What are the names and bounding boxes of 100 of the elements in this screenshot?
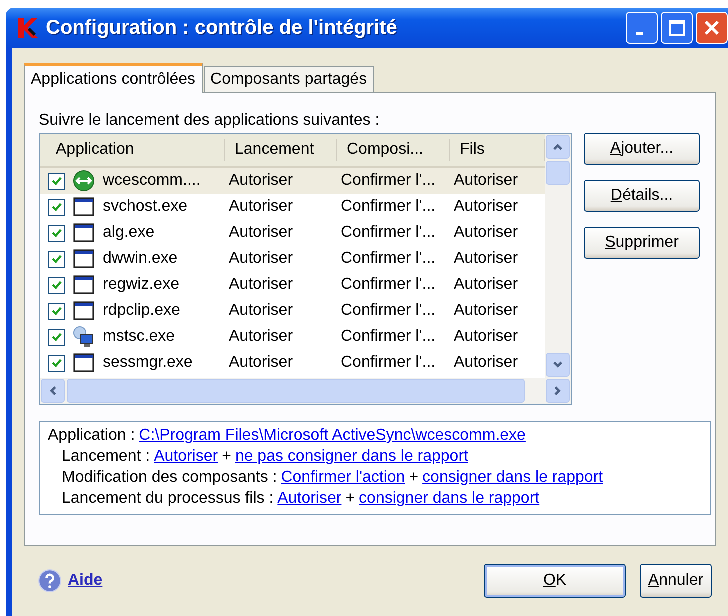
table-cell: regwiz.exe [103, 276, 180, 294]
table-row[interactable]: regwiz.exe Autoriser Confirmer l'... Autoriser [40, 272, 545, 298]
detail-label: Lancement : [62, 448, 150, 465]
detail-link[interactable]: consigner dans le rapport [359, 490, 540, 507]
table-cell: alg.exe [103, 224, 155, 242]
dialog-button[interactable]: Annuler [640, 564, 712, 598]
detail-link[interactable]: Confirmer l'action [281, 469, 406, 486]
table-cell-text: Confirmer l'... [340, 172, 437, 190]
table-cell: mstsc.exe [103, 328, 176, 346]
table-cell: svchost.exe [103, 198, 188, 216]
detail-link[interactable]: ne pas consigner dans le rapport [235, 448, 468, 465]
table-cell-text: Autoriser [228, 328, 294, 346]
checkbox[interactable] [48, 172, 65, 190]
checkbox[interactable] [48, 198, 65, 216]
action-button[interactable]: Ajouter... [584, 133, 700, 165]
window-icon [73, 274, 95, 296]
table-cell-text: Autoriser [453, 276, 520, 294]
table-cell: sessmgr.exe [103, 354, 193, 372]
scrollbar-thumb[interactable] [67, 379, 525, 403]
help-icon [38, 569, 62, 593]
scroll-left-button[interactable] [41, 379, 65, 403]
action-button[interactable]: Supprimer [584, 227, 700, 259]
table-cell-text: Autoriser [453, 250, 520, 268]
plus-sign: + [409, 469, 419, 486]
check-icon [50, 175, 62, 187]
detail-link[interactable]: C:\Program Files\Microsoft ActiveSync\wcescomm.exe [139, 427, 526, 444]
vertical-scrollbar[interactable] [545, 134, 571, 378]
check-icon [50, 201, 62, 213]
table-cell-text: Confirmer l'... [340, 354, 437, 372]
checkbox[interactable] [48, 302, 65, 320]
table-row[interactable]: svchost.exe Autoriser Confirmer l'... Autoriser [40, 194, 545, 220]
table-row[interactable]: rdpclip.exe Autoriser Confirmer l'... Autoriser [40, 298, 545, 324]
window-icon [73, 248, 95, 270]
table-cell-text: Autoriser [228, 198, 294, 216]
checkbox[interactable] [48, 328, 65, 346]
table-row[interactable]: sessmgr.exe Autoriser Confirmer l'... Autoriser [40, 350, 545, 376]
checkbox[interactable] [48, 276, 65, 294]
sync-icon [73, 170, 95, 192]
remote-desktop-icon [73, 326, 95, 348]
window-icon [73, 300, 95, 322]
table-cell-text: Confirmer l'... [340, 250, 437, 268]
column-header[interactable]: Composi... [337, 139, 450, 161]
scroll-down-button[interactable] [546, 353, 570, 377]
table-cell-text: Confirmer l'... [340, 328, 437, 346]
detail-label: Lancement du processus fils : [62, 490, 274, 507]
table-cell-text: Confirmer l'... [340, 302, 437, 320]
table-cell: rdpclip.exe [103, 302, 180, 320]
checkbox[interactable] [48, 354, 65, 372]
table-cell-text: Autoriser [453, 198, 520, 216]
table-cell-text: Autoriser [228, 250, 294, 268]
table-cell-text: Confirmer l'... [340, 198, 437, 216]
scrollbar-thumb[interactable] [546, 161, 570, 185]
check-icon [50, 279, 62, 291]
maximize-icon [667, 18, 687, 38]
checkbox[interactable] [48, 250, 65, 268]
minimize-icon [636, 32, 642, 34]
checkbox[interactable] [48, 224, 65, 242]
table-cell-text: Autoriser [228, 302, 294, 320]
table-cell-text: Autoriser [453, 328, 520, 346]
check-icon [50, 227, 62, 239]
tab[interactable]: Applications contrôlées [24, 63, 203, 93]
table-cell: wcescomm.... [103, 172, 201, 190]
check-icon [50, 357, 62, 369]
table-row[interactable]: mstsc.exe Autoriser Confirmer l'... Autoriser [40, 324, 545, 350]
table-cell-text: Autoriser [228, 172, 294, 190]
plus-sign: + [346, 490, 356, 507]
close-icon [702, 18, 722, 38]
action-button[interactable]: Détails... [584, 180, 700, 212]
table-cell-text: Autoriser [228, 224, 294, 242]
horizontal-scrollbar[interactable] [40, 378, 571, 404]
scroll-up-button[interactable] [546, 135, 570, 159]
detail-link[interactable]: Autoriser [278, 490, 342, 507]
plus-sign: + [222, 448, 232, 465]
column-header[interactable]: Application [40, 139, 225, 161]
help-link[interactable]: Aide [68, 572, 103, 590]
list-label: Suivre le lancement des applications suivantes : [39, 111, 381, 131]
table-row[interactable]: wcescomm.... Autoriser Confirmer l'... Autoriser [40, 168, 545, 194]
tab[interactable]: Composants partagés [204, 66, 374, 92]
maximize-button[interactable] [661, 12, 693, 44]
table-row[interactable]: dwwin.exe Autoriser Confirmer l'... Autoriser [40, 246, 545, 272]
table-cell-text: Confirmer l'... [340, 276, 437, 294]
detail-link[interactable]: consigner dans le rapport [422, 469, 604, 486]
check-icon [50, 253, 62, 265]
table-row[interactable]: alg.exe Autoriser Confirmer l'... Autoriser [40, 220, 545, 246]
dialog-button[interactable]: OK [484, 564, 626, 598]
check-icon [50, 305, 62, 317]
table-cell-text: Autoriser [453, 224, 520, 242]
window-icon [73, 352, 95, 374]
window-title: Configuration : contrôle de l'intégrité [46, 16, 398, 40]
close-button[interactable] [696, 12, 728, 44]
table-cell-text: Autoriser [453, 354, 520, 372]
detail-label: Application : [48, 427, 136, 444]
column-header[interactable]: Lancement [225, 139, 337, 161]
scroll-right-button[interactable] [546, 379, 570, 403]
k-logo-icon [16, 16, 40, 40]
minimize-button[interactable] [626, 12, 658, 44]
window-icon [73, 196, 95, 218]
detail-label: Modification des composants : [62, 469, 278, 486]
detail-link[interactable]: Autoriser [154, 448, 218, 465]
check-icon [50, 331, 62, 343]
